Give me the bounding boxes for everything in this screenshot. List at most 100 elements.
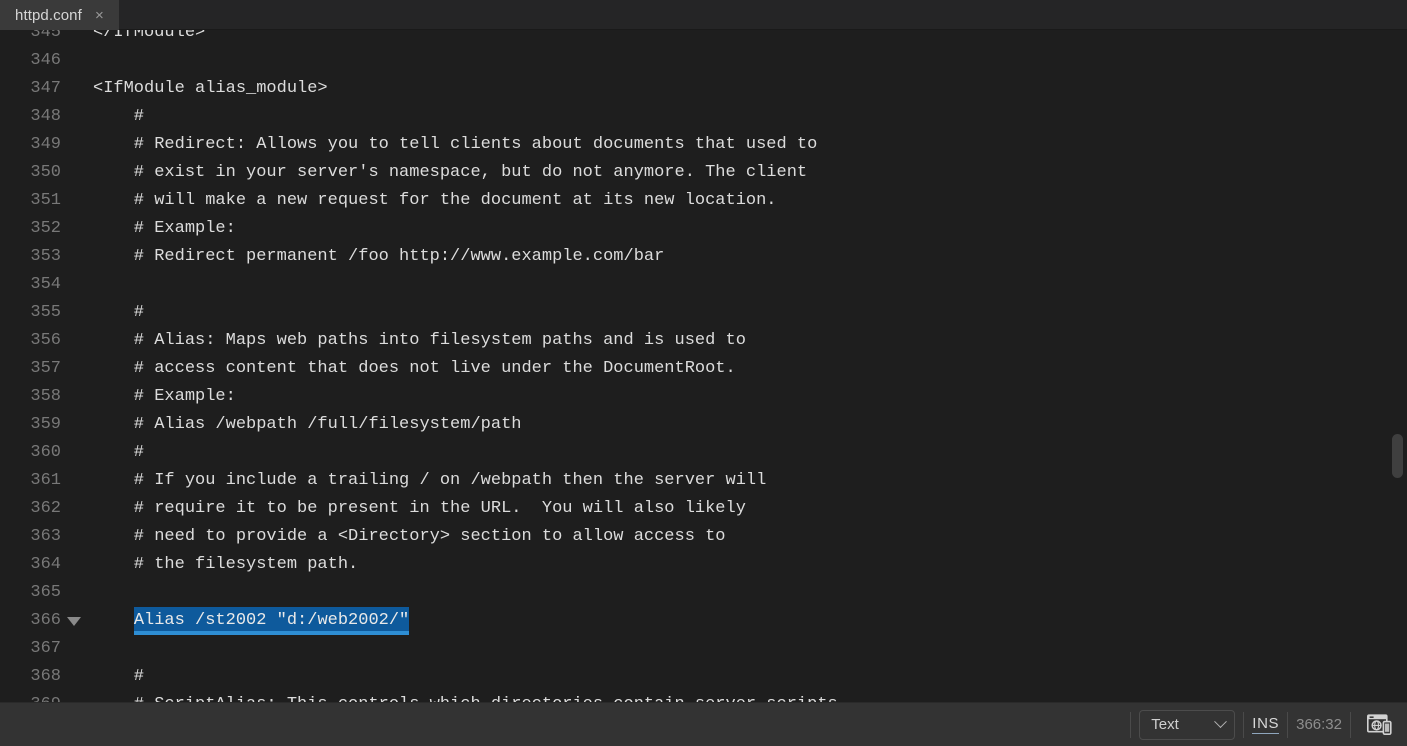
line-gutter: 353: [0, 243, 93, 271]
code-line[interactable]: 362 # require it to be present in the UR…: [0, 495, 1407, 523]
code-editor[interactable]: 345 </IfModule> 346 347 <IfModule alias_modu…: [0, 30, 1407, 702]
line-number: 364: [30, 555, 61, 574]
tab-bar: httpd.conf ×: [0, 0, 1407, 30]
line-gutter: 351: [0, 187, 93, 215]
code-line[interactable]: 349 # Redirect: Allows you to tell clien…: [0, 131, 1407, 159]
code-surface: 345 </IfModule> 346 347 <IfModule alias_modu…: [0, 30, 1407, 702]
code-line[interactable]: 354: [0, 271, 1407, 299]
code-line[interactable]: 348 #: [0, 103, 1407, 131]
code-text: # require it to be present in the URL. Y…: [93, 499, 746, 518]
line-number: 360: [30, 443, 61, 462]
line-gutter: 352: [0, 215, 93, 243]
code-text: # Example:: [93, 219, 236, 238]
insert-mode-toggle[interactable]: INS: [1252, 715, 1280, 734]
code-text: # Redirect: Allows you to tell clients a…: [93, 135, 818, 154]
line-gutter: 347: [0, 75, 93, 103]
code-line[interactable]: 368 #: [0, 663, 1407, 691]
line-number: 369: [0, 691, 61, 702]
code-line[interactable]: 350 # exist in your server's namespace, …: [0, 159, 1407, 187]
code-line[interactable]: 369 # ScriptAlias: This controls which d…: [0, 691, 1407, 702]
code-text: # Alias: Maps web paths into filesystem …: [93, 331, 746, 350]
code-text: #: [93, 107, 145, 126]
language-mode-select[interactable]: Text: [1139, 709, 1236, 740]
code-text: # ScriptAlias: This controls which direc…: [93, 691, 848, 702]
line-number: 355: [30, 303, 61, 322]
selected-code-text[interactable]: Alias /st2002 "d:/web2002/": [133, 607, 410, 635]
line-number: 362: [30, 499, 61, 518]
code-line[interactable]: 359 # Alias /webpath /full/filesystem/pa…: [0, 411, 1407, 439]
line-number: 356: [30, 331, 61, 350]
line-number: 357: [30, 359, 61, 378]
line-gutter: 346: [0, 47, 93, 75]
line-number: 367: [30, 639, 61, 658]
code-line[interactable]: 363 # need to provide a <Directory> sect…: [0, 523, 1407, 551]
code-line[interactable]: 346: [0, 47, 1407, 75]
line-gutter: 359: [0, 411, 93, 439]
close-icon[interactable]: ×: [93, 8, 106, 23]
line-number: 345: [30, 30, 61, 42]
code-text: #: [93, 443, 145, 462]
line-number: 350: [30, 163, 61, 182]
line-gutter: 348: [0, 103, 93, 131]
editor-window: httpd.conf × 345 </IfModule> 346 347 <IfModu…: [0, 0, 1407, 746]
line-number: 368: [30, 667, 61, 686]
code-line[interactable]: 353 # Redirect permanent /foo http://www…: [0, 243, 1407, 271]
code-line[interactable]: 351 # will make a new request for the do…: [0, 187, 1407, 215]
tab-httpd-conf[interactable]: httpd.conf ×: [0, 0, 119, 30]
code-line[interactable]: 360 #: [0, 439, 1407, 467]
line-gutter: 365: [0, 579, 93, 607]
line-number: 366: [30, 611, 61, 630]
code-line[interactable]: 365: [0, 579, 1407, 607]
code-text: #: [93, 667, 145, 686]
status-separator: [1287, 711, 1289, 738]
chevron-down-icon: [1214, 715, 1228, 729]
line-gutter: 356: [0, 327, 93, 355]
code-text: # Example:: [93, 387, 236, 406]
status-bar: Text INS 366:32: [0, 702, 1407, 746]
line-gutter: 363: [0, 523, 93, 551]
status-separator: [1350, 711, 1351, 738]
browser-preview-icon[interactable]: [1363, 710, 1397, 740]
code-text: # exist in your server's namespace, but …: [93, 163, 808, 182]
code-text: #: [93, 303, 145, 322]
code-line[interactable]: 356 # Alias: Maps web paths into filesys…: [0, 327, 1407, 355]
scrollbar-thumb[interactable]: [1392, 434, 1403, 478]
line-number: 353: [30, 247, 61, 266]
line-gutter: 368: [0, 663, 93, 691]
code-text: # need to provide a <Directory> section …: [93, 527, 726, 546]
tab-label: httpd.conf: [15, 6, 82, 24]
code-line[interactable]: 361 # If you include a trailing / on /we…: [0, 467, 1407, 495]
line-gutter: 358: [0, 383, 93, 411]
fold-toggle-icon[interactable]: [61, 616, 87, 626]
code-line[interactable]: 357 # access content that does not live …: [0, 355, 1407, 383]
line-gutter: 357: [0, 355, 93, 383]
code-line[interactable]: 347 <IfModule alias_module>: [0, 75, 1407, 103]
line-number: 363: [30, 527, 61, 546]
line-gutter: 361: [0, 467, 93, 495]
line-gutter: 350: [0, 159, 93, 187]
line-gutter: 369: [0, 691, 93, 702]
code-line[interactable]: 345 </IfModule>: [0, 30, 1407, 47]
code-text: </IfModule>: [93, 30, 206, 42]
vertical-scrollbar[interactable]: [1391, 30, 1403, 702]
cursor-position: 366:32: [1296, 716, 1342, 733]
code-text: # will make a new request for the docume…: [93, 191, 777, 210]
code-line[interactable]: 367: [0, 635, 1407, 663]
code-line[interactable]: 352 # Example:: [0, 215, 1407, 243]
code-line[interactable]: 364 # the filesystem path.: [0, 551, 1407, 579]
code-text: # Alias /webpath /full/filesystem/path: [93, 415, 522, 434]
line-number: 346: [30, 51, 61, 70]
status-separator: [1243, 711, 1245, 738]
language-mode-label: Text: [1151, 716, 1179, 733]
code-line[interactable]: 366 Alias /st2002 "d:/web2002/": [0, 607, 1407, 635]
code-text: # Redirect permanent /foo http://www.exa…: [93, 247, 665, 266]
code-text: <IfModule alias_module>: [93, 79, 328, 98]
line-gutter: 360: [0, 439, 93, 467]
code-text: # the filesystem path.: [93, 555, 359, 574]
code-line[interactable]: 358 # Example:: [0, 383, 1407, 411]
line-gutter: 354: [0, 271, 93, 299]
line-gutter: 362: [0, 495, 93, 523]
chevron-down-icon: [67, 616, 81, 626]
code-line[interactable]: 355 #: [0, 299, 1407, 327]
